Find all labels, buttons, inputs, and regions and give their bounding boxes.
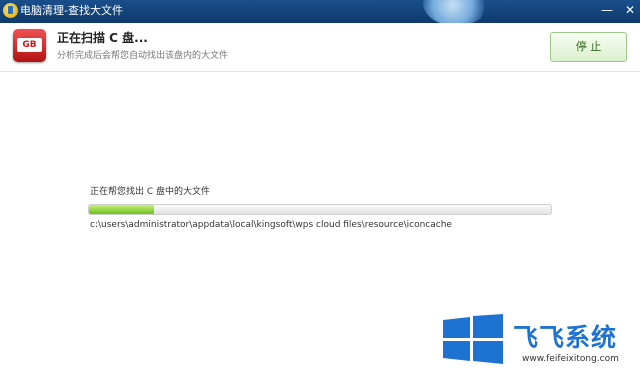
scan-progress-fill (89, 205, 154, 214)
gb-disk-icon: GB (13, 29, 46, 62)
scan-title: 正在扫描 C 盘... (57, 31, 148, 45)
stop-button[interactable]: 停 止 (550, 32, 627, 62)
app-icon (3, 3, 18, 18)
watermark-brand: 飞飞系统 (513, 323, 618, 352)
scan-status-text: 正在帮您找出 C 盘中的大文件 (90, 187, 211, 197)
gb-icon-label: GB (17, 38, 42, 52)
scan-subtitle: 分析完成后会帮您自动找出该盘内的大文件 (57, 51, 229, 61)
windows-logo-icon (443, 314, 503, 364)
minimize-button[interactable]: — (600, 3, 614, 17)
window-title: 电脑清理-查找大文件 (20, 4, 123, 17)
scan-progress-bar (88, 204, 552, 215)
title-bar: 电脑清理-查找大文件 — ✕ (0, 0, 640, 26)
watermark-url: www.feifeixitong.com (522, 354, 619, 364)
scan-header: GB 正在扫描 C 盘... 分析完成后会帮您自动找出该盘内的大文件 停 止 (0, 23, 640, 72)
close-button[interactable]: ✕ (623, 3, 637, 17)
current-scan-path: c:\users\administrator\appdata\local\kin… (90, 220, 452, 230)
